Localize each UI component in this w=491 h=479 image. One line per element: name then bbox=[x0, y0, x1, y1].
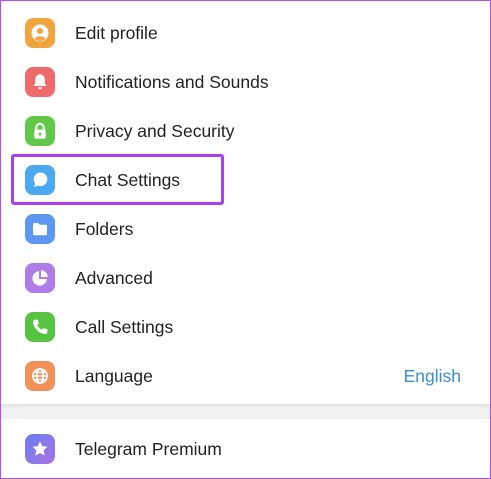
menu-item-label: Language bbox=[75, 366, 153, 386]
menu-item-label: Chat Settings bbox=[75, 170, 181, 190]
menu-item-call-settings[interactable]: Call Settings bbox=[1, 303, 490, 352]
chat-bubble-icon bbox=[25, 165, 55, 195]
menu-item-label: Folders bbox=[75, 219, 134, 239]
settings-menu: Edit profile Notifications and Sounds Pr… bbox=[1, 1, 490, 404]
menu-item-language[interactable]: Language English bbox=[1, 352, 490, 401]
pie-chart-icon bbox=[25, 263, 55, 293]
menu-item-privacy[interactable]: Privacy and Security bbox=[1, 107, 490, 156]
menu-item-label: Telegram Premium bbox=[75, 439, 222, 459]
menu-item-label: Privacy and Security bbox=[75, 121, 235, 141]
menu-item-label: Advanced bbox=[75, 268, 153, 288]
star-icon bbox=[25, 434, 55, 464]
menu-item-edit-profile[interactable]: Edit profile bbox=[1, 9, 490, 58]
user-icon bbox=[25, 18, 55, 48]
menu-item-advanced[interactable]: Advanced bbox=[1, 254, 490, 303]
folder-icon bbox=[25, 214, 55, 244]
menu-item-label: Call Settings bbox=[75, 317, 174, 337]
premium-section: Telegram Premium bbox=[1, 419, 490, 478]
settings-window: Edit profile Notifications and Sounds Pr… bbox=[0, 0, 491, 479]
menu-item-notifications[interactable]: Notifications and Sounds bbox=[1, 58, 490, 107]
menu-item-label: Edit profile bbox=[75, 23, 158, 43]
bell-icon bbox=[25, 67, 55, 97]
globe-icon bbox=[25, 361, 55, 391]
lock-icon bbox=[25, 116, 55, 146]
language-value: English bbox=[403, 366, 461, 386]
menu-item-label: Notifications and Sounds bbox=[75, 72, 269, 92]
phone-icon bbox=[25, 312, 55, 342]
menu-item-telegram-premium[interactable]: Telegram Premium bbox=[1, 425, 490, 474]
section-divider bbox=[1, 404, 490, 419]
menu-item-folders[interactable]: Folders bbox=[1, 205, 490, 254]
menu-item-chat-settings[interactable]: Chat Settings bbox=[1, 156, 490, 205]
